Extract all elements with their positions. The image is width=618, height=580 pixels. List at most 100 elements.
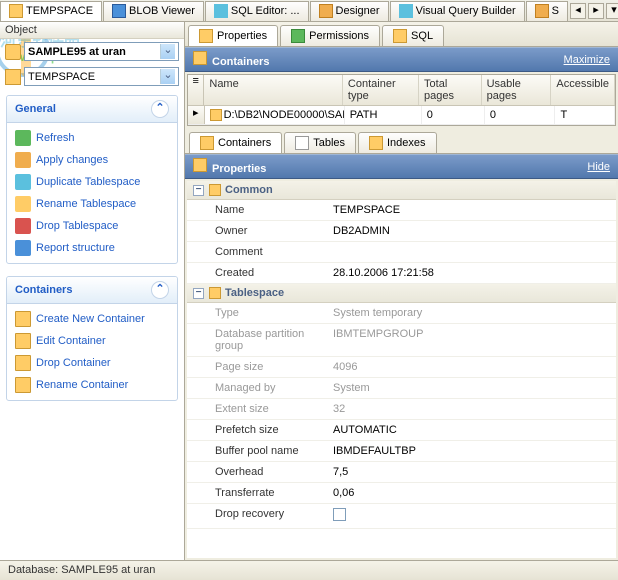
prop-row: Prefetch sizeAUTOMATIC [187, 420, 616, 441]
hide-link[interactable]: Hide [587, 161, 610, 173]
tab-tempspace[interactable]: TEMPSPACE [0, 1, 102, 21]
action-duplicate[interactable]: Duplicate Tablespace [9, 171, 175, 193]
prop-value-cell: DB2ADMIN [327, 223, 616, 239]
action-drop-c[interactable]: Drop Container [9, 352, 175, 374]
action-rename[interactable]: Rename Tablespace [9, 193, 175, 215]
prop-label: Buffer pool name [187, 443, 327, 459]
section-title: General [15, 103, 56, 115]
action-edit[interactable]: Edit Container [9, 330, 175, 352]
prop-value: IBMTEMPGROUP [333, 328, 423, 340]
general-section: General ⌃ RefreshApply changesDuplicate … [6, 95, 178, 264]
sql-editor-icon [214, 4, 228, 18]
tab-sql-editor[interactable]: SQL Editor: ... [205, 1, 309, 21]
prop-row: Page size4096 [187, 357, 616, 378]
prop-label: Comment [187, 244, 327, 260]
prop-value[interactable]: 7,5 [333, 466, 348, 478]
collapse-icon[interactable]: − [193, 288, 204, 299]
grid-header: ≡ Name Container type Total pages Usable… [188, 75, 615, 106]
designer-icon [319, 4, 333, 18]
prop-value[interactable]: DB2ADMIN [333, 225, 390, 237]
action-label: Drop Container [36, 357, 111, 369]
containers-panel-header: Containers Maximize [185, 47, 618, 72]
section-title: Containers [15, 284, 72, 296]
tab-scroll-left[interactable]: ◂ [570, 3, 586, 19]
database-selector[interactable]: SAMPLE95 at uran ⌄ [24, 42, 179, 61]
detail-tabbar: Properties Permissions SQL [185, 22, 618, 47]
table-row[interactable]: ▸ D:\DB2\NODE00000\SAMPLE95\... PATH 0 0… [188, 106, 615, 125]
duplicate-icon [15, 174, 31, 190]
tab-permissions[interactable]: Permissions [280, 25, 380, 46]
cell-name: D:\DB2\NODE00000\SAMPLE95\... [205, 106, 345, 124]
prop-value[interactable]: TEMPSPACE [333, 204, 400, 216]
action-refresh[interactable]: Refresh [9, 127, 175, 149]
prop-value-cell: System temporary [327, 305, 616, 321]
mid-tabbar: Containers Tables Indexes [185, 128, 618, 154]
prop-value[interactable]: 0,06 [333, 487, 354, 499]
collapse-icon[interactable]: ⌃ [151, 281, 169, 299]
prop-value: System [333, 382, 370, 394]
group-icon [209, 184, 221, 196]
midtab-containers[interactable]: Containers [189, 132, 282, 153]
prop-value[interactable]: IBMDEFAULTBP [333, 445, 416, 457]
tab-menu[interactable]: ▾ [606, 3, 618, 19]
action-new[interactable]: Create New Container [9, 308, 175, 330]
object-header: Object [0, 22, 184, 39]
new-icon [15, 311, 31, 327]
prop-label: Created [187, 265, 327, 281]
action-report[interactable]: Report structure [9, 237, 175, 259]
midtab-label: Tables [313, 137, 345, 149]
prop-value-cell [327, 506, 616, 526]
prop-value: 28.10.2006 17:21:58 [333, 267, 434, 279]
prop-value-cell: System [327, 380, 616, 396]
subtab-label: Permissions [309, 30, 369, 42]
prop-row: Created 28.10.2006 17:21:58 [187, 263, 616, 284]
col-accessible[interactable]: Accessible [551, 75, 615, 105]
prop-value-cell: 28.10.2006 17:21:58 [327, 265, 616, 281]
grid-corner: ≡ [188, 75, 204, 105]
edit-icon [15, 333, 31, 349]
tab-label: Visual Query Builder [416, 5, 516, 17]
col-name[interactable]: Name [204, 75, 343, 105]
col-container-type[interactable]: Container type [343, 75, 419, 105]
tab-scroll-right[interactable]: ▸ [588, 3, 604, 19]
cell-upages: 0 [485, 106, 556, 124]
tab-designer[interactable]: Designer [310, 1, 389, 21]
tab-label: Designer [336, 5, 380, 17]
collapse-icon[interactable]: − [193, 185, 204, 196]
tab-sql[interactable]: SQL [382, 25, 444, 46]
prop-label: Managed by [187, 380, 327, 396]
object-selector[interactable]: TEMPSPACE ⌄ [24, 67, 179, 86]
tab-extra[interactable]: S [526, 1, 568, 21]
prop-value: 32 [333, 403, 345, 415]
collapse-icon[interactable]: ⌃ [151, 100, 169, 118]
col-total-pages[interactable]: Total pages [419, 75, 482, 105]
containers-header[interactable]: Containers ⌃ [7, 277, 177, 304]
prop-row: Transferrate0,06 [187, 483, 616, 504]
report-icon [15, 240, 31, 256]
general-header[interactable]: General ⌃ [7, 96, 177, 123]
checkbox[interactable] [333, 508, 346, 521]
subtab-label: Properties [217, 30, 267, 42]
action-apply[interactable]: Apply changes [9, 149, 175, 171]
panel-title: Properties [212, 163, 266, 175]
tab-visual-query-builder[interactable]: Visual Query Builder [390, 1, 525, 21]
midtab-tables[interactable]: Tables [284, 132, 356, 153]
prop-value-cell: 7,5 [327, 464, 616, 480]
action-drop[interactable]: Drop Tablespace [9, 215, 175, 237]
tab-properties[interactable]: Properties [188, 25, 278, 46]
prop-value-cell [327, 244, 616, 260]
vqb-icon [399, 4, 413, 18]
prop-group-tablespace[interactable]: −Tablespace [187, 284, 616, 303]
prop-label: Name [187, 202, 327, 218]
tab-blob-viewer[interactable]: BLOB Viewer [103, 1, 204, 21]
prop-value[interactable]: AUTOMATIC [333, 424, 397, 436]
prop-group-common[interactable]: −Common [187, 181, 616, 200]
prop-value: System temporary [333, 307, 422, 319]
prop-row: OwnerDB2ADMIN [187, 221, 616, 242]
action-rename-c[interactable]: Rename Container [9, 374, 175, 396]
midtab-indexes[interactable]: Indexes [358, 132, 437, 153]
maximize-link[interactable]: Maximize [564, 54, 610, 66]
prop-row: Overhead7,5 [187, 462, 616, 483]
col-usable-pages[interactable]: Usable pages [482, 75, 552, 105]
obj-selector-value: TEMPSPACE [28, 71, 95, 83]
